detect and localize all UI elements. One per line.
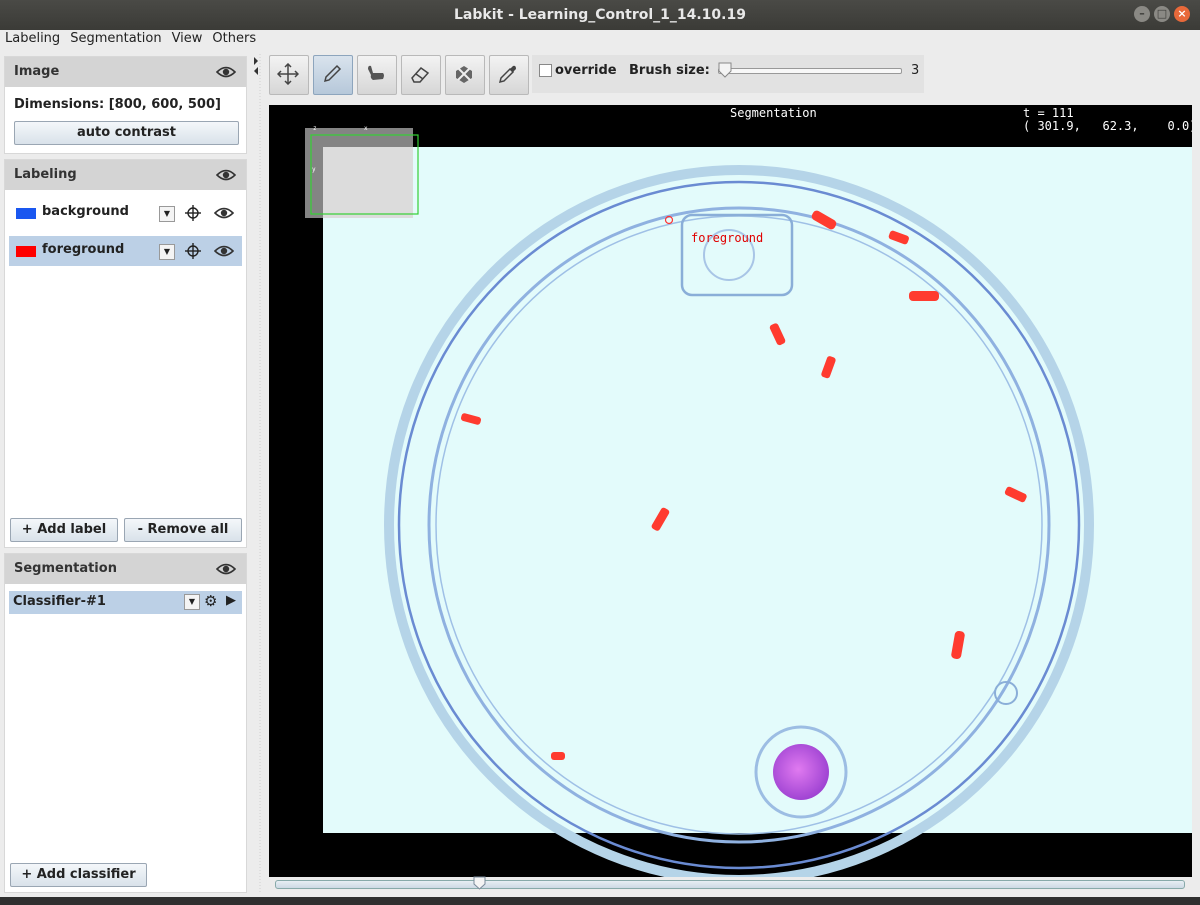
crosshair-icon[interactable] — [184, 204, 202, 222]
override-checkbox[interactable] — [539, 64, 552, 77]
labeling-panel-title: Labeling — [14, 167, 77, 182]
labeling-panel-header: Labeling — [5, 160, 246, 190]
menu-view[interactable]: View — [167, 30, 208, 48]
label-color-swatch[interactable] — [16, 246, 36, 257]
chevron-down-icon[interactable]: ▼ — [159, 206, 175, 222]
image-viewer[interactable]: z x y Segmentation t = 111 ( 301.9, 62.3… — [269, 105, 1192, 877]
gear-icon[interactable]: ⚙ — [204, 592, 217, 610]
pencil-icon — [323, 64, 342, 83]
image-dimensions: Dimensions: [800, 600, 500] — [14, 97, 221, 112]
eraser-icon — [411, 67, 430, 83]
classifier-name: Classifier-#1 — [13, 594, 106, 609]
flood-fill-icon — [368, 65, 384, 80]
image-panel-title: Image — [14, 64, 60, 79]
minimap-axis-x: x — [364, 125, 368, 132]
chevron-down-icon[interactable]: ▼ — [159, 244, 175, 260]
coordinate-readout: ( 301.9, 62.3, 0.0) — [1023, 119, 1192, 133]
minimap-axis-z: z — [313, 125, 317, 132]
panel-splitter[interactable] — [254, 54, 263, 893]
minimap-axis-y: y — [312, 166, 316, 173]
menu-segmentation[interactable]: Segmentation — [65, 30, 166, 48]
eye-icon[interactable] — [216, 562, 236, 576]
segmentation-panel-title: Segmentation — [14, 561, 117, 576]
flood-fill-tool-button[interactable] — [357, 55, 397, 95]
label-color-swatch[interactable] — [16, 208, 36, 219]
window-titlebar: Labkit - Learning_Control_1_14.10.19 – □… — [0, 0, 1200, 30]
eye-icon[interactable] — [214, 206, 234, 220]
brush-size-thumb[interactable] — [718, 62, 732, 78]
cursor-label: foreground — [691, 231, 764, 245]
close-button[interactable]: × — [1174, 6, 1190, 22]
eraser-tool-button[interactable] — [401, 55, 441, 95]
menu-others[interactable]: Others — [207, 30, 261, 48]
move-tool-button[interactable] — [269, 55, 309, 95]
brush-size-track[interactable] — [718, 68, 902, 74]
eye-icon[interactable] — [216, 65, 236, 79]
label-row-background[interactable]: background ▼ — [9, 198, 242, 228]
taskbar-strip — [0, 897, 1200, 905]
crosshair-icon[interactable] — [184, 242, 202, 260]
time-slider-thumb[interactable] — [473, 876, 486, 890]
maximize-button[interactable]: □ — [1154, 6, 1170, 22]
segmentation-image[interactable] — [269, 105, 1192, 877]
picker-tool-button[interactable] — [489, 55, 529, 95]
eye-icon[interactable] — [214, 244, 234, 258]
classifier-row[interactable]: Classifier-#1 ▼ ⚙ ▶ — [9, 591, 242, 614]
time-slider-track[interactable] — [275, 880, 1185, 889]
label-row-foreground[interactable]: foreground ▼ — [9, 236, 242, 266]
minimize-button[interactable]: – — [1134, 6, 1150, 22]
remove-all-button[interactable]: - Remove all — [124, 518, 242, 542]
brush-size-value: 3 — [911, 63, 920, 78]
segmentation-panel-header: Segmentation — [5, 554, 246, 584]
add-classifier-button[interactable]: + Add classifier — [10, 863, 147, 887]
segmentation-panel: Segmentation Classifier-#1 ▼ ⚙ ▶ + Add c… — [4, 553, 247, 893]
brush-size-label: Brush size: — [629, 63, 710, 78]
pencil-tool-button[interactable] — [313, 55, 353, 95]
flood-erase-icon — [456, 66, 472, 83]
label-name: foreground — [42, 242, 125, 257]
menu-labeling[interactable]: Labeling — [0, 30, 65, 48]
viewer-title: Segmentation — [730, 106, 817, 120]
chevron-down-icon[interactable]: ▼ — [184, 594, 200, 610]
menu-bar: Labeling Segmentation View Others — [0, 30, 1200, 48]
window-title: Labkit - Learning_Control_1_14.10.19 — [454, 7, 746, 23]
label-name: background — [42, 204, 129, 219]
play-icon[interactable]: ▶ — [226, 593, 236, 608]
eye-icon[interactable] — [216, 168, 236, 182]
auto-contrast-button[interactable]: auto contrast — [14, 121, 239, 145]
add-label-button[interactable]: + Add label — [10, 518, 118, 542]
brush-options: override Brush size: 3 — [532, 55, 924, 93]
image-panel-header: Image — [5, 57, 246, 87]
labeling-panel: Labeling background ▼ foreground ▼ + Add… — [4, 159, 247, 548]
move-icon — [277, 63, 299, 85]
override-label: override — [555, 63, 617, 78]
left-sidebar: Image Dimensions: [800, 600, 500] auto c… — [4, 54, 247, 893]
time-readout: t = 111 — [1023, 106, 1074, 120]
picker-icon — [498, 65, 516, 84]
flood-erase-tool-button[interactable] — [445, 55, 485, 95]
image-panel: Image Dimensions: [800, 600, 500] auto c… — [4, 56, 247, 154]
